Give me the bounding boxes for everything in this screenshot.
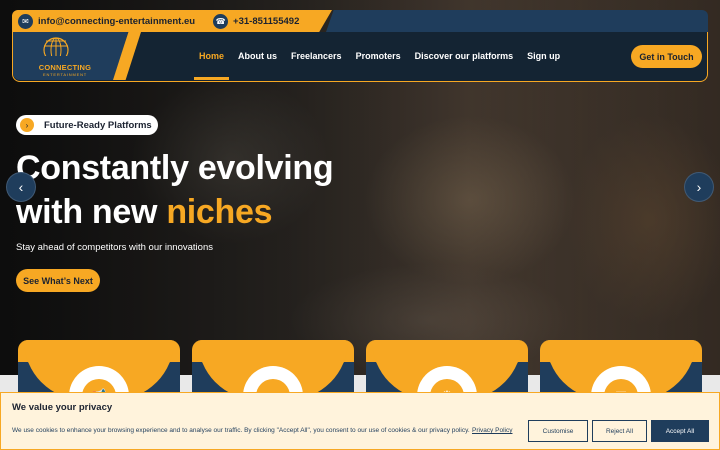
email-text: info@connecting-entertainment.eu	[38, 15, 196, 27]
chevron-left-icon: ‹	[18, 179, 24, 195]
cookie-title: We value your privacy	[12, 402, 113, 413]
phone-text: +31-851155492	[233, 15, 300, 27]
nav-item-freelancers[interactable]: Freelancers	[291, 32, 342, 80]
main-navbar: CONNECTING ENTERTAINMENT Home About us F…	[12, 32, 708, 82]
globe-logo-icon	[43, 37, 69, 56]
hero-subline: Stay ahead of competitors with our innov…	[16, 242, 213, 253]
email-link[interactable]: ✉ info@connecting-entertainment.eu	[18, 13, 196, 29]
chevron-right-icon: ›	[20, 118, 34, 132]
get-in-touch-button[interactable]: Get in Touch	[631, 45, 702, 68]
mail-icon: ✉	[18, 13, 33, 29]
see-whats-next-button[interactable]: See What’s Next	[16, 269, 100, 292]
headline-line-1: Constantly evolving	[16, 149, 334, 187]
cookie-text: We use cookies to enhance your browsing …	[12, 427, 470, 434]
nav-item-promoters[interactable]: Promoters	[356, 32, 401, 80]
logo-name: CONNECTING	[38, 63, 92, 72]
hero-tag-pill: › Future-Ready Platforms	[16, 115, 158, 135]
hero-headline: Constantly evolving with new niches	[16, 146, 436, 234]
headline-accent: niches	[166, 193, 273, 231]
top-contact-bar: ✉ info@connecting-entertainment.eu ☎ +31…	[12, 10, 708, 32]
accept-all-button[interactable]: Accept All	[651, 420, 709, 442]
nav-item-signup[interactable]: Sign up	[527, 32, 560, 80]
customise-button[interactable]: Customise	[528, 420, 588, 442]
topbar-navy-strip	[326, 10, 708, 32]
nav-menu: Home About us Freelancers Promoters Disc…	[193, 32, 574, 80]
logo-subtitle: ENTERTAINMENT	[42, 72, 88, 77]
cookie-banner: We value your privacy We use cookies to …	[0, 392, 720, 450]
privacy-policy-link[interactable]: Privacy Policy	[472, 427, 512, 434]
chevron-right-icon: ›	[696, 179, 702, 195]
headline-line-2: with new niches	[16, 190, 436, 234]
contact-strip: ✉ info@connecting-entertainment.eu ☎ +31…	[12, 10, 332, 32]
phone-link[interactable]: ☎ +31-851155492	[213, 13, 300, 29]
nav-item-home[interactable]: Home	[193, 32, 230, 80]
slider-next-button[interactable]: ›	[684, 172, 714, 202]
slider-prev-button[interactable]: ‹	[6, 172, 36, 202]
logo[interactable]: CONNECTING ENTERTAINMENT	[13, 32, 128, 80]
phone-icon: ☎	[213, 13, 229, 29]
headline-line-2-prefix: with new	[16, 193, 167, 231]
nav-item-platforms[interactable]: Discover our platforms	[415, 32, 514, 80]
hero-tag-text: Future-Ready Platforms	[44, 119, 152, 131]
reject-all-button[interactable]: Reject All	[592, 420, 647, 442]
nav-item-about[interactable]: About us	[238, 32, 277, 80]
